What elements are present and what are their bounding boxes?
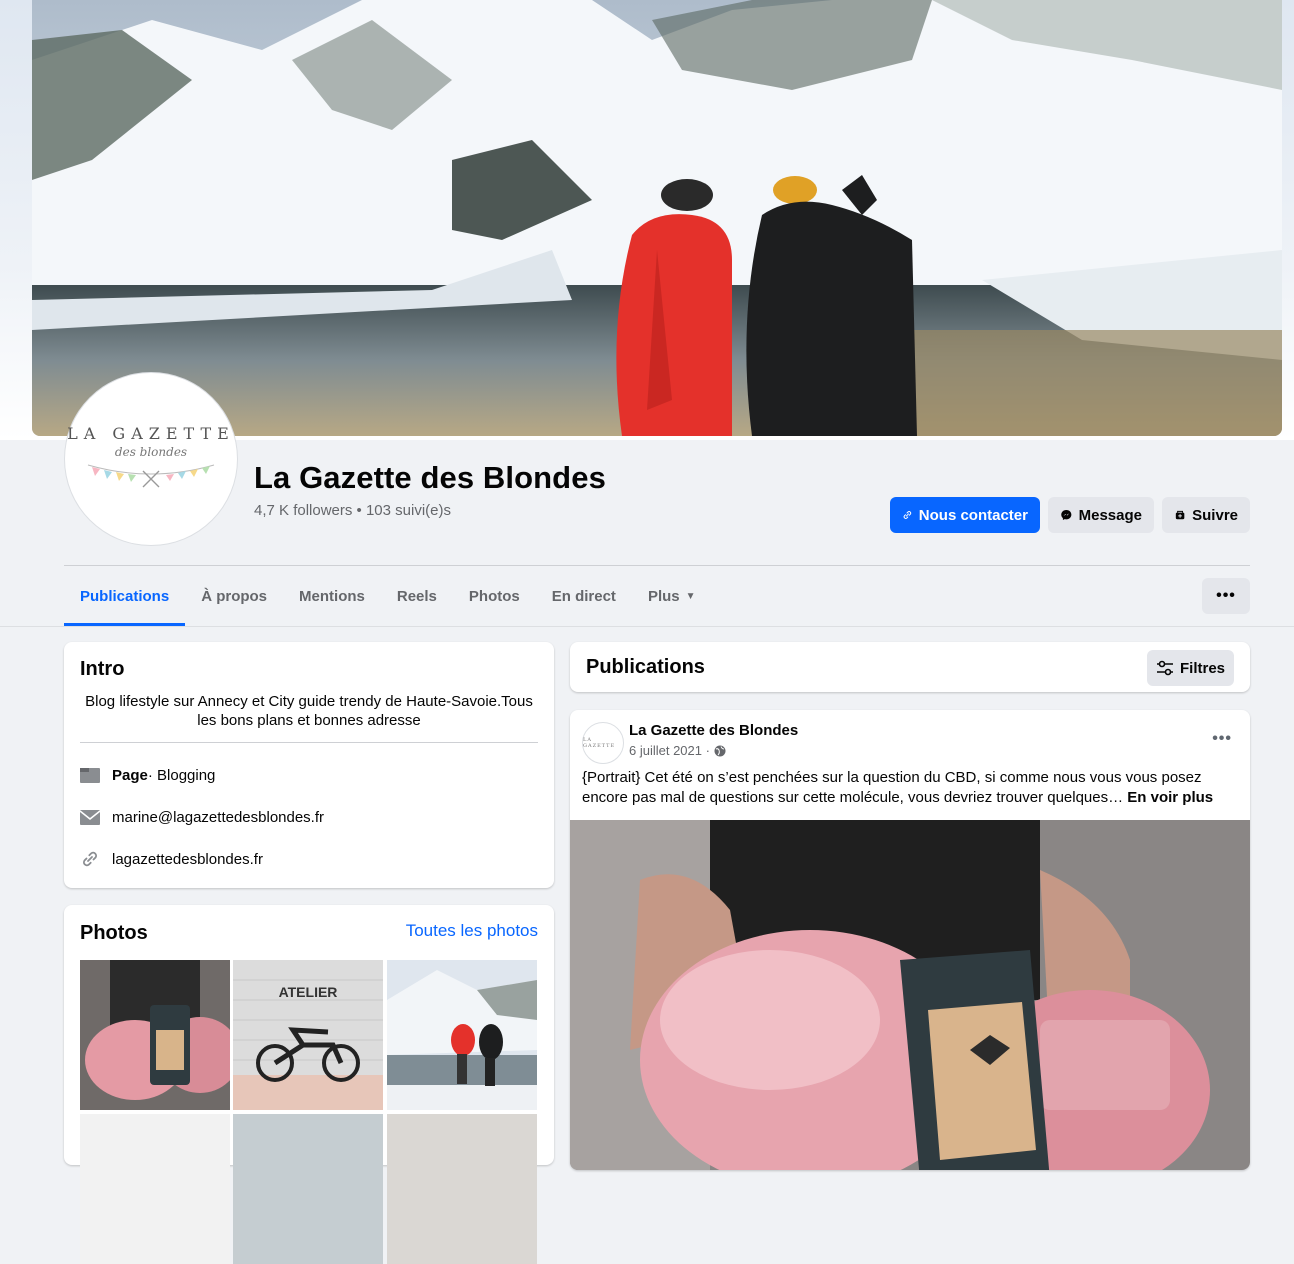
website-text: lagazettedesblondes.fr: [112, 850, 263, 868]
post-date-row: 6 juillet 2021 ·: [629, 743, 726, 758]
publications-title: Publications: [586, 656, 705, 678]
intro-title: Intro: [80, 658, 125, 680]
sliders-icon: [1156, 660, 1173, 676]
logo-subtitle: des blondes: [114, 444, 188, 459]
page-stats[interactable]: 4,7 K followers • 103 suivi(e)s: [254, 502, 451, 519]
photos-card: Photos Toutes les photos ATELIER: [64, 905, 554, 1264]
tab-publications[interactable]: Publications: [64, 566, 186, 626]
intro-divider: [80, 742, 538, 743]
more-options-button[interactable]: •••: [1202, 578, 1250, 614]
cover-illustration: [32, 0, 1282, 436]
photo-atelier-image: [233, 960, 383, 1110]
link-icon: [903, 511, 912, 519]
intro-card: Intro Blog lifestyle sur Annecy et City …: [64, 642, 554, 888]
page-flag-icon: [80, 765, 100, 785]
post-date[interactable]: 6 juillet 2021 ·: [629, 743, 710, 758]
post-author[interactable]: La Gazette des Blondes: [629, 722, 798, 739]
logo-title: LA GAZETTE: [67, 423, 235, 443]
atelier-sign: ATELIER: [278, 984, 338, 1000]
photo-thumb-atelier[interactable]: ATELIER: [233, 960, 383, 1110]
post-body: {Portrait} Cet été on s’est penchées sur…: [582, 769, 1202, 806]
all-photos-link[interactable]: Toutes les photos: [406, 921, 538, 941]
filters-button[interactable]: Filtres: [1147, 650, 1234, 686]
cover-photo[interactable]: [32, 0, 1282, 436]
email-text: marine@lagazettedesblondes.fr: [112, 808, 325, 826]
photo-mountain-image: [387, 960, 537, 1110]
intro-website[interactable]: lagazettedesblondes.fr: [80, 848, 263, 870]
photos-title: Photos: [80, 922, 148, 944]
follow-button[interactable]: Suivre: [1162, 497, 1250, 533]
category-value: · Blogging: [147, 766, 216, 784]
messenger-icon: [1061, 509, 1072, 521]
profile-tabs: Publications À propos Mentions Reels Pho…: [64, 566, 712, 626]
caret-down-icon: ▼: [685, 590, 696, 602]
message-button-label: Message: [1078, 506, 1142, 524]
tab-more[interactable]: Plus ▼: [632, 566, 712, 626]
post-card: LA GAZETTE La Gazette des Blondes 6 juil…: [570, 710, 1250, 1170]
link-icon: [80, 849, 100, 869]
photo-boxing-image: [80, 960, 230, 1110]
post-avatar[interactable]: LA GAZETTE: [582, 722, 624, 764]
category-label: Page: [112, 766, 148, 784]
contact-button-label: Nous contacter: [918, 506, 1028, 524]
photo-thumb-mountain[interactable]: [387, 960, 537, 1110]
tab-reels[interactable]: Reels: [381, 566, 453, 626]
post-text: {Portrait} Cet été on s’est penchées sur…: [582, 768, 1242, 808]
see-more-link[interactable]: En voir plus: [1127, 789, 1213, 806]
tab-about[interactable]: À propos: [185, 566, 283, 626]
intro-category: Page · Blogging: [80, 764, 215, 786]
envelope-icon: [80, 807, 100, 827]
filters-label: Filtres: [1179, 659, 1225, 677]
follow-button-label: Suivre: [1192, 506, 1238, 524]
photo-thumb-boxing[interactable]: [80, 960, 230, 1110]
post-image[interactable]: [570, 820, 1250, 1170]
post-options-button[interactable]: •••: [1212, 730, 1232, 748]
intro-email[interactable]: marine@lagazettedesblondes.fr: [80, 806, 324, 828]
tab-live[interactable]: En direct: [536, 566, 632, 626]
globe-icon: [714, 745, 726, 756]
page-title: La Gazette des Blondes: [254, 460, 606, 495]
post-boxing-image: [570, 820, 1250, 1170]
message-button[interactable]: Message: [1048, 497, 1154, 533]
tab-more-label: Plus: [647, 587, 680, 605]
bunting-icon: [87, 464, 215, 487]
tab-photos[interactable]: Photos: [453, 566, 536, 626]
contact-button[interactable]: Nous contacter: [890, 497, 1040, 533]
profile-avatar[interactable]: LA GAZETTE des blondes: [65, 373, 237, 545]
intro-bio: Blog lifestyle sur Annecy et City guide …: [85, 693, 533, 729]
follow-icon: [1175, 510, 1185, 520]
tab-mentions[interactable]: Mentions: [283, 566, 381, 626]
publications-header: Publications Filtres: [570, 642, 1250, 692]
